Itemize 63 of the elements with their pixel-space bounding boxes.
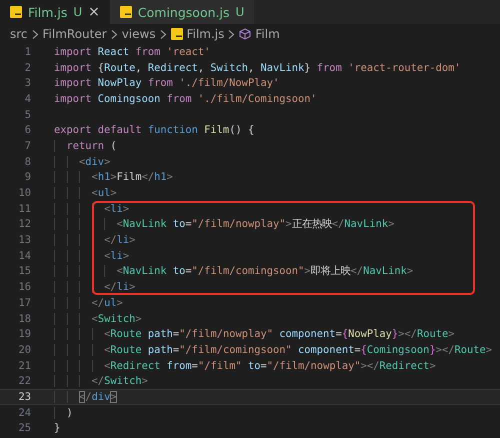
code-line: <NavLink to="/film/nowplay">正在热映</NavLink> [54,217,394,232]
line-number: 14 [17,250,31,262]
editor-tab[interactable]: Comingsoon.js U [110,0,254,24]
code-line: <div> [54,156,110,168]
line-number: 10 [17,187,31,200]
line-number: 7 [24,140,31,152]
line-number: 1 [24,46,31,58]
line-number: 20 [17,344,31,356]
javascript-file-icon [170,28,183,40]
line-number: 13 [17,234,31,246]
line-number: 2 [24,62,31,74]
code-line: <Redirect from="/film" to="/film/nowplay"></Redirect> [54,360,436,372]
line-number: 16 [17,281,31,294]
code-line: <Route path="/film/nowplay" component={NowPlay}></Route> [54,328,454,340]
breadcrumb-item[interactable]: Film [239,27,280,41]
line-number: 23 [17,390,31,403]
line-number: 12 [17,218,31,230]
line-number: 25 [17,422,31,434]
code-line: import React from 'react' [54,46,210,58]
code-line: <ul> [54,187,117,200]
line-number: 8 [24,156,31,168]
line-number: 9 [24,171,31,184]
line-number: 15 [17,265,31,278]
line-number: 4 [24,92,31,105]
breadcrumb-item[interactable]: views [122,27,156,41]
line-number: 22 [17,375,31,388]
javascript-file-icon [10,6,22,18]
editor-tab[interactable]: Film.js U × [0,0,110,24]
line-number: 18 [17,312,31,325]
code-line: import {Route, Redirect, Switch, NavLink} from 'react-router-dom' [54,62,461,74]
cube-icon [239,28,252,40]
code-line: import NowPlay from './film/NowPlay' [54,77,280,90]
chevron-icon [228,30,236,38]
line-number: 24 [17,406,31,419]
code-line: </ul> [54,296,123,309]
code-line: ) [54,406,73,419]
line-number: 21 [17,360,31,372]
code-line: return ( [54,140,117,152]
code-line: <NavLink to="/film/comingsoon">即将上映</NavLink> [54,264,414,278]
chevron-icon [110,30,118,38]
chevron-icon [32,30,39,38]
line-number: 19 [17,328,31,340]
code-line: <Route path="/film/comingsoon" component={Comingsoon}></Route> [54,344,492,356]
code-line: <h1>Film</h1> [54,171,173,184]
code-line: </li> [54,234,136,246]
javascript-file-icon [120,6,132,18]
code-line: </Switch> [54,375,148,388]
code-line: export default function Film() { [54,124,254,136]
code-line: </li> [54,281,136,294]
breadcrumb-item[interactable]: FilmRouter [42,27,107,41]
line-number: 6 [24,124,31,136]
code-line: <li> [54,250,130,262]
code-line: } [54,422,60,434]
code-line: <li> [54,202,130,215]
line-number: 11 [17,202,31,215]
code-line: <Switch> [54,312,142,325]
breadcrumb-item[interactable]: src [10,27,28,41]
line-number: 5 [24,108,31,121]
chevron-icon [160,30,167,38]
code-line: import Comingsoon from './film/Comingsoon' [54,92,317,105]
line-number: 17 [17,296,31,309]
line-number: 3 [24,77,31,90]
breadcrumb-item[interactable]: Film.js [170,27,224,41]
